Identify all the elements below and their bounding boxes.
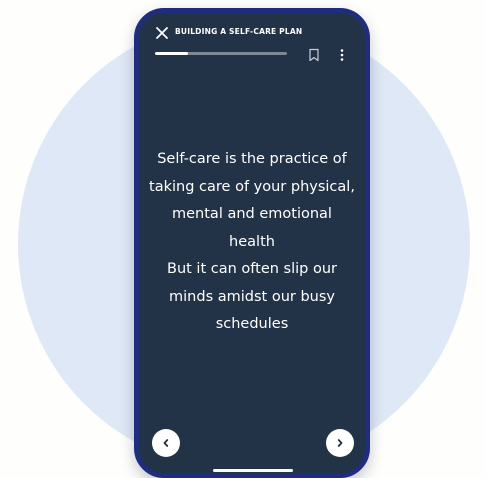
more-vertical-icon xyxy=(340,49,344,61)
slide-paragraph: But it can often slip our minds amidst o… xyxy=(167,261,337,332)
bookmark-icon xyxy=(309,48,319,62)
top-bar: BUILDING A SELF-CARE PLAN xyxy=(139,13,365,73)
progress-bar xyxy=(155,52,287,55)
lesson-title: BUILDING A SELF-CARE PLAN xyxy=(175,27,303,36)
close-icon xyxy=(156,27,168,39)
progress-bar-fill xyxy=(155,52,188,55)
slide-content: Self-care is the practice of taking care… xyxy=(149,146,355,339)
home-indicator[interactable] xyxy=(213,469,293,472)
next-button[interactable] xyxy=(326,429,354,457)
chevron-right-icon xyxy=(337,439,343,447)
close-button[interactable] xyxy=(155,25,169,39)
bookmark-button[interactable] xyxy=(307,47,321,62)
more-options-button[interactable] xyxy=(339,47,345,61)
phone-frame: BUILDING A SELF-CARE PLAN Self-care is t… xyxy=(134,8,370,478)
previous-button[interactable] xyxy=(152,429,180,457)
slide-paragraph: Self-care is the practice of taking care… xyxy=(149,151,355,250)
chevron-left-icon xyxy=(163,439,169,447)
